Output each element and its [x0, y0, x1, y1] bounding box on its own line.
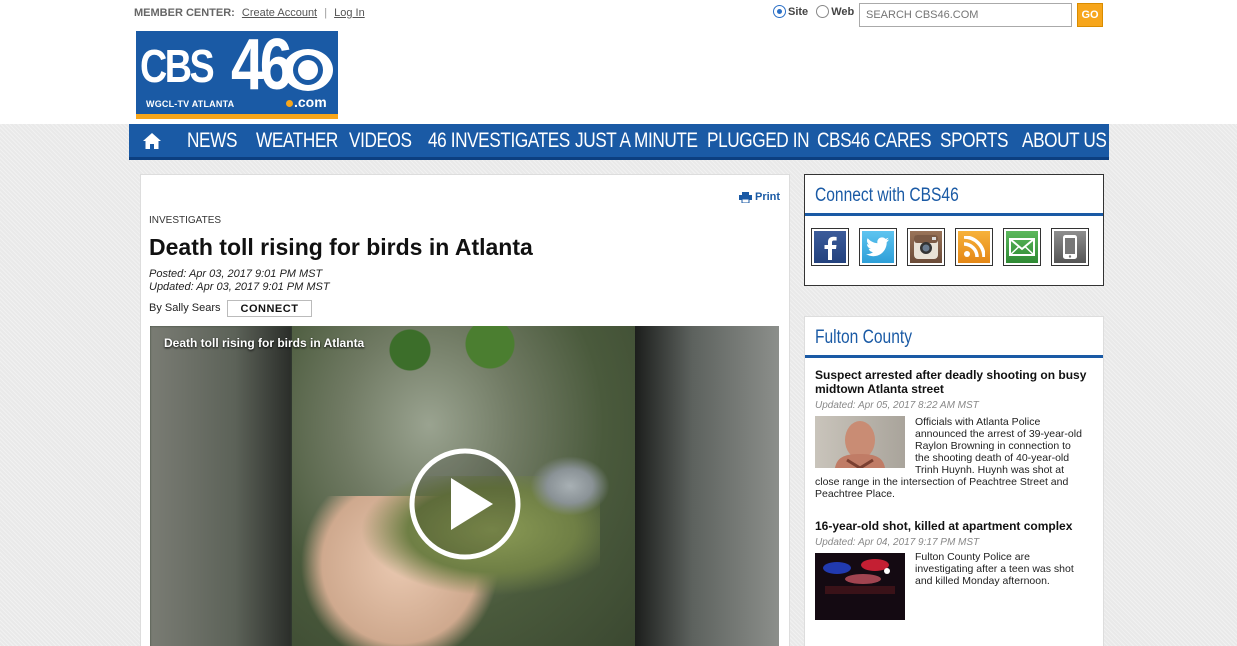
byline: By Sally Sears: [149, 302, 221, 314]
story-1-date: Updated: Apr 05, 2017 8:22 AM MST: [815, 400, 979, 411]
rss-link[interactable]: [955, 228, 993, 266]
nav-cbs46-cares[interactable]: CBS46 CARES: [817, 129, 932, 153]
cbs46-logo[interactable]: CBS 46 WGCL-TV ATLANTA .com: [136, 31, 338, 119]
logo-domain: .com: [286, 94, 327, 110]
search-scope: Site Web: [773, 5, 854, 18]
fulton-county-box: Fulton County Suspect arrested after dea…: [804, 316, 1104, 646]
nav-home[interactable]: [129, 123, 174, 159]
section-label[interactable]: INVESTIGATES: [149, 215, 221, 226]
nav-news[interactable]: NEWS: [187, 129, 237, 153]
story-1-summary-tail: close range in the intersection of Peach…: [815, 476, 1069, 500]
member-separator: |: [324, 7, 328, 19]
nav-about-us[interactable]: ABOUT US: [1022, 129, 1107, 153]
connect-box-title: Connect with CBS46: [815, 185, 959, 206]
story-1-thumbnail[interactable]: [815, 416, 905, 468]
county-box-title[interactable]: Fulton County: [815, 327, 912, 349]
twitter-link[interactable]: [859, 228, 897, 266]
logo-brand: CBS: [140, 40, 215, 92]
connect-with-cbs46-box: Connect with CBS46: [804, 174, 1104, 286]
connect-button[interactable]: CONNECT: [227, 300, 312, 317]
home-icon: [142, 132, 161, 149]
video-frame-right: [635, 326, 779, 646]
article-headline: Death toll rising for birds in Atlanta: [149, 234, 533, 260]
login-link[interactable]: Log In: [334, 7, 365, 19]
video-bird-head: [530, 456, 610, 516]
twitter-icon: [862, 231, 894, 263]
story-2-thumbnail[interactable]: [815, 553, 905, 620]
radio-selected-icon: [773, 5, 786, 18]
rss-icon: [958, 231, 990, 263]
member-center-label: MEMBER CENTER:: [134, 7, 235, 19]
logo-station: WGCL-TV ATLANTA: [146, 99, 235, 109]
play-icon[interactable]: [407, 446, 523, 562]
connect-box-rule: [805, 213, 1103, 216]
story-2-date: Updated: Apr 04, 2017 9:17 PM MST: [815, 537, 980, 548]
updated-date: Updated: Apr 03, 2017 9:01 PM MST: [149, 281, 330, 293]
story-2-title[interactable]: 16-year-old shot, killed at apartment co…: [815, 519, 1100, 533]
create-account-link[interactable]: Create Account: [242, 7, 317, 19]
mobile-link[interactable]: [1051, 228, 1089, 266]
county-box-rule: [805, 355, 1103, 358]
site-header: MEMBER CENTER: Create Account | Log In S…: [0, 0, 1237, 124]
email-link[interactable]: [1003, 228, 1041, 266]
member-center: MEMBER CENTER: Create Account | Log In: [134, 7, 365, 19]
video-player[interactable]: Death toll rising for birds in Atlanta: [150, 326, 779, 646]
instagram-link[interactable]: [907, 228, 945, 266]
printer-icon: [739, 191, 752, 203]
cbs-eye-icon: [283, 49, 333, 91]
search-scope-site[interactable]: Site: [773, 5, 808, 18]
nav-weather[interactable]: WEATHER: [256, 129, 338, 153]
search-go-button[interactable]: GO: [1077, 3, 1103, 27]
video-foliage: [350, 326, 550, 386]
email-icon: [1006, 231, 1038, 263]
nav-sports[interactable]: SPORTS: [940, 129, 1008, 153]
nav-just-a-minute[interactable]: JUST A MINUTE: [575, 129, 698, 153]
search-input[interactable]: [859, 3, 1072, 27]
video-title: Death toll rising for birds in Atlanta: [164, 336, 365, 350]
nav-plugged-in[interactable]: PLUGGED IN: [707, 129, 810, 153]
print-button[interactable]: Print: [739, 191, 780, 203]
logo-stripe: [136, 114, 338, 119]
posted-date: Posted: Apr 03, 2017 9:01 PM MST: [149, 268, 323, 280]
main-nav: NEWS WEATHER VIDEOS 46 INVESTIGATES JUST…: [129, 124, 1109, 160]
nav-videos[interactable]: VIDEOS: [349, 129, 412, 153]
search-scope-web[interactable]: Web: [816, 5, 854, 18]
story-1-title[interactable]: Suspect arrested after deadly shooting o…: [815, 368, 1100, 396]
video-frame-left: [150, 326, 292, 646]
logo-number: 46: [231, 31, 293, 105]
article-panel: Print INVESTIGATES Death toll rising for…: [140, 174, 790, 646]
article-dates: Posted: Apr 03, 2017 9:01 PM MST Updated…: [149, 268, 330, 294]
facebook-icon: [814, 231, 846, 263]
facebook-link[interactable]: [811, 228, 849, 266]
radio-unselected-icon: [816, 5, 830, 18]
nav-46-investigates[interactable]: 46 INVESTIGATES: [428, 129, 570, 153]
story-1-summary: Officials with Atlanta Police announced …: [915, 416, 1082, 476]
mobile-icon: [1054, 231, 1086, 263]
story-2-summary: Fulton County Police are investigating a…: [915, 551, 1074, 587]
instagram-icon: [910, 231, 942, 263]
